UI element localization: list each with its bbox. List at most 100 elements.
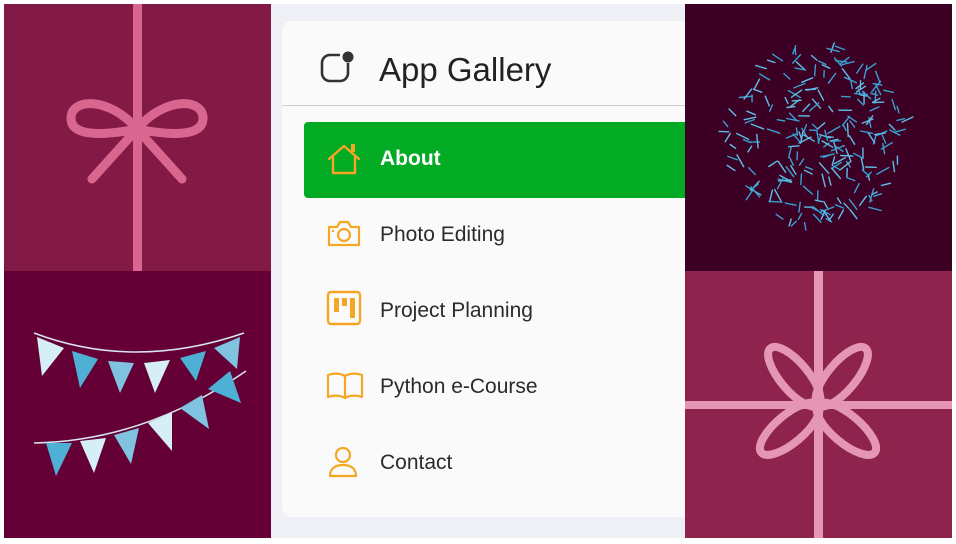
- confetti-dash: [777, 179, 792, 182]
- confetti-dash: [892, 160, 896, 173]
- card-header: App Gallery: [282, 21, 685, 106]
- confetti-dash: [845, 148, 852, 162]
- confetti-dash: [860, 157, 865, 171]
- confetti-dash: [841, 67, 851, 80]
- confetti-dash: [753, 78, 761, 90]
- menu-item-contact[interactable]: Contact: [304, 426, 685, 502]
- confetti-dash: [802, 103, 811, 113]
- confetti-dash: [784, 202, 797, 206]
- confetti-dash: [856, 98, 865, 106]
- confetti-dash: [813, 64, 817, 77]
- confetti-dash: [792, 133, 801, 143]
- confetti-dash: [785, 117, 800, 122]
- confetti-dash: [764, 95, 770, 107]
- confetti-dash: [794, 67, 804, 71]
- confetti-dash: [798, 201, 801, 213]
- kanban-board-icon: [326, 290, 362, 331]
- confetti-dash: [736, 154, 745, 168]
- confetti-dash: [771, 53, 784, 62]
- confetti-dash: [768, 160, 778, 168]
- confetti-dash: [840, 95, 852, 98]
- confetti-dash: [800, 77, 814, 84]
- confetti-dash: [788, 218, 792, 227]
- bunting-illustration: [33, 332, 247, 476]
- menu-item-label: Python e-Course: [380, 375, 538, 398]
- menu-item-label: Photo Editing: [380, 223, 505, 246]
- confetti-dash: [752, 88, 763, 93]
- open-book-icon: [326, 370, 364, 405]
- confetti-dash: [811, 123, 819, 130]
- confetti-dash: [756, 133, 759, 149]
- confetti-dash: [836, 197, 842, 204]
- confetti-dash: [846, 122, 849, 138]
- gift-bow-illustration: [66, 4, 208, 271]
- confetti-dash: [869, 92, 879, 96]
- confetti-dash: [724, 132, 731, 143]
- menu-item-python-ecourse[interactable]: Python e-Course: [304, 350, 685, 426]
- app-logo-icon: [320, 51, 356, 90]
- confetti-dash: [775, 213, 784, 220]
- confetti-dash: [747, 145, 753, 153]
- confetti-dash: [873, 192, 883, 198]
- confetti-dash: [743, 88, 753, 100]
- confetti-dash: [867, 131, 876, 144]
- confetti-dash: [893, 128, 906, 134]
- confetti-dash: [791, 99, 802, 102]
- confetti-dash: [783, 72, 791, 80]
- confetti-dash: [896, 105, 900, 114]
- confetti-dash: [803, 123, 808, 133]
- confetti-dash: [874, 70, 881, 84]
- confetti-dash: [888, 123, 896, 131]
- confetti-dash: [853, 152, 864, 159]
- gift-flower-tile: [685, 271, 952, 538]
- menu-item-about[interactable]: About: [304, 122, 685, 198]
- confetti-dash: [797, 212, 803, 221]
- confetti-dash: [803, 221, 807, 231]
- menu-item-project-planning[interactable]: Project Planning: [304, 274, 685, 350]
- confetti-dash: [827, 72, 837, 84]
- confetti-dash: [744, 118, 756, 124]
- confetti-dash: [789, 157, 795, 166]
- home-icon: [326, 142, 362, 181]
- confetti-dash: [859, 130, 874, 135]
- confetti-dash: [841, 115, 851, 127]
- confetti-dash: [748, 166, 757, 176]
- gift-flower-illustration: [685, 271, 952, 538]
- confetti-dash: [766, 128, 781, 134]
- camera-icon: [326, 218, 362, 253]
- confetti-dash: [787, 145, 800, 148]
- confetti-dash: [784, 96, 789, 105]
- confetti-dash: [766, 59, 776, 64]
- confetti-dash: [777, 160, 787, 174]
- confetti-dash: [834, 45, 846, 51]
- confetti-dash: [880, 132, 887, 144]
- confetti-dash: [802, 185, 814, 195]
- confetti-dash: [876, 166, 890, 175]
- confetti-dash: [840, 154, 854, 157]
- confetti-dash: [827, 125, 841, 135]
- confetti-dash: [853, 182, 860, 194]
- confetti-dash: [828, 176, 832, 186]
- confetti-dash: [768, 189, 774, 203]
- confetti-dash: [830, 144, 846, 152]
- menu-item-photo-editing[interactable]: Photo Editing: [304, 198, 685, 274]
- confetti-dash: [786, 105, 796, 109]
- bunting-tile: [4, 271, 271, 538]
- confetti-dash: [758, 73, 771, 81]
- confetti-dash: [808, 102, 820, 112]
- confetti-dash: [869, 106, 880, 112]
- user-icon: [326, 446, 360, 483]
- confetti-dash: [824, 129, 829, 142]
- confetti-dash: [849, 208, 858, 220]
- confetti-dash: [828, 105, 834, 113]
- confetti-dash: [776, 118, 786, 122]
- confetti-dash: [848, 198, 858, 211]
- confetti-dash: [728, 108, 737, 117]
- confetti-dash: [768, 200, 783, 203]
- confetti-dash: [722, 120, 729, 128]
- confetti-dash: [826, 47, 840, 53]
- menu-item-label: Project Planning: [380, 299, 533, 322]
- confetti-dash: [804, 166, 814, 171]
- confetti-dash: [773, 188, 782, 202]
- gift-bow-tile: [4, 4, 271, 271]
